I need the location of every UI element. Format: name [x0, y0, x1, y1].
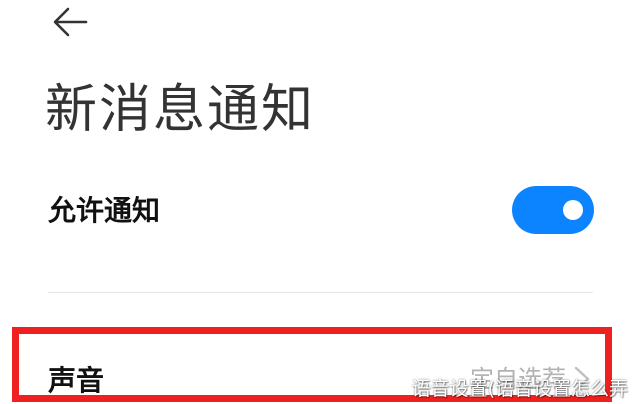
allow-notifications-label: 允许通知	[48, 194, 161, 227]
chevron-right-icon	[574, 366, 590, 392]
back-button[interactable]	[50, 4, 90, 40]
arrow-left-icon	[53, 7, 88, 37]
allow-notifications-row: 允许通知	[0, 178, 640, 244]
sound-label: 声音	[48, 364, 105, 397]
divider	[48, 292, 593, 293]
allow-notifications-toggle[interactable]	[512, 186, 594, 234]
sound-value: 定自选荐	[470, 365, 566, 393]
toggle-knob	[563, 200, 583, 220]
page-title: 新消息通知	[45, 80, 316, 140]
sound-row[interactable]: 声音 定自选荐	[0, 340, 640, 404]
